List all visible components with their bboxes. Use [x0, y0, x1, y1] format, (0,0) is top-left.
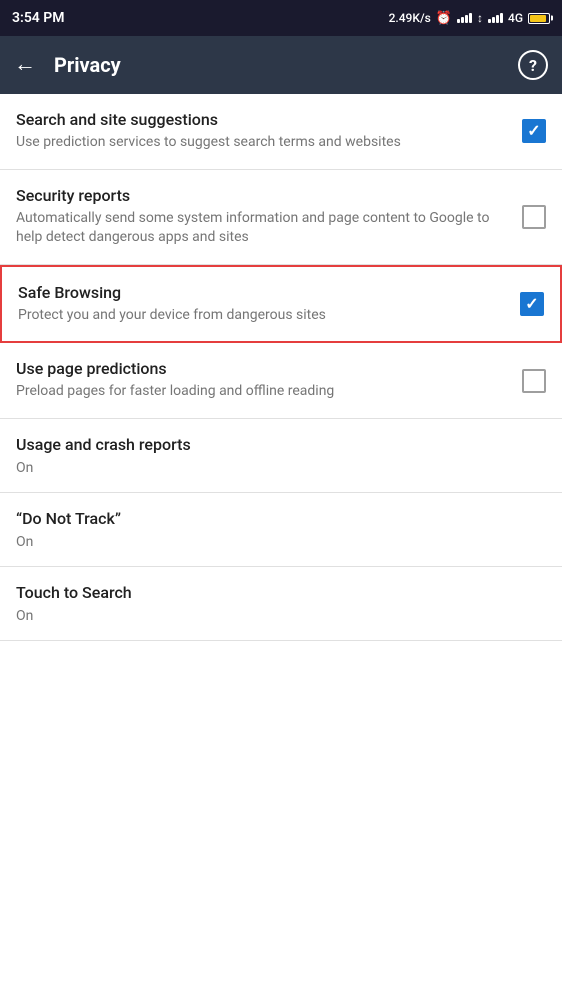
checkbox-page-predictions[interactable]: [522, 369, 546, 393]
settings-item-search-suggestions[interactable]: Search and site suggestions Use predictio…: [0, 94, 562, 170]
checkbox-search-suggestions[interactable]: [522, 119, 546, 143]
checkbox-security-reports[interactable]: [522, 205, 546, 229]
status-icons: 2.49K/s ⏰ ↕ 4G: [389, 11, 550, 26]
settings-item-security-reports[interactable]: Security reports Automatically send some …: [0, 170, 562, 265]
checkbox-safe-browsing[interactable]: [520, 292, 544, 316]
settings-subtitle-search-suggestions: Use prediction services to suggest searc…: [16, 133, 510, 153]
settings-item-usage-crash-reports[interactable]: Usage and crash reports On: [0, 419, 562, 493]
settings-subtitle-security-reports: Automatically send some system informati…: [16, 209, 510, 248]
settings-title-page-predictions: Use page predictions: [16, 359, 510, 378]
settings-title-safe-browsing: Safe Browsing: [18, 283, 508, 302]
settings-item-do-not-track[interactable]: “Do Not Track” On: [0, 493, 562, 567]
signal-icon-1: [457, 13, 472, 23]
alarm-icon: ⏰: [436, 11, 452, 26]
settings-title-security-reports: Security reports: [16, 186, 510, 205]
settings-item-page-predictions[interactable]: Use page predictions Preload pages for fa…: [0, 343, 562, 419]
status-time: 3:54 PM: [12, 10, 65, 26]
signal-icon-2: [488, 13, 503, 23]
battery-icon: [528, 13, 550, 24]
settings-subtitle-safe-browsing: Protect you and your device from dangero…: [18, 306, 508, 326]
settings-item-safe-browsing[interactable]: Safe Browsing Protect you and your device…: [0, 265, 562, 344]
page-title: Privacy: [54, 53, 518, 77]
back-button[interactable]: ←: [14, 54, 36, 76]
help-button[interactable]: ?: [518, 50, 548, 80]
settings-subtitle-page-predictions: Preload pages for faster loading and off…: [16, 382, 510, 402]
settings-item-touch-to-search[interactable]: Touch to Search On: [0, 567, 562, 641]
settings-status-do-not-track: On: [16, 534, 546, 550]
network-type: 4G: [508, 11, 523, 25]
status-bar: 3:54 PM 2.49K/s ⏰ ↕ 4G: [0, 0, 562, 36]
settings-title-search-suggestions: Search and site suggestions: [16, 110, 510, 129]
settings-title-usage-crash-reports: Usage and crash reports: [16, 435, 546, 454]
network-speed: 2.49K/s: [389, 11, 431, 25]
data-transfer-icon: ↕: [477, 11, 483, 25]
settings-list: Search and site suggestions Use predictio…: [0, 94, 562, 641]
settings-title-do-not-track: “Do Not Track”: [16, 509, 546, 528]
settings-status-usage-crash-reports: On: [16, 460, 546, 476]
toolbar: ← Privacy ?: [0, 36, 562, 94]
settings-status-touch-to-search: On: [16, 608, 546, 624]
settings-title-touch-to-search: Touch to Search: [16, 583, 546, 602]
